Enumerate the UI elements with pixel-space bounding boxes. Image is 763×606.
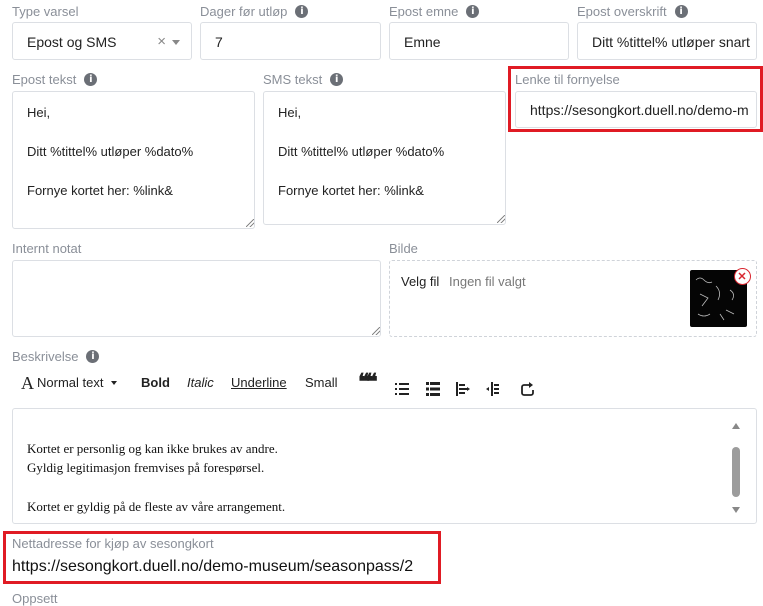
heading-input[interactable]: Ditt %tittel% utløper snart — [577, 22, 757, 60]
chevron-down-icon[interactable] — [172, 40, 180, 45]
editor-line: Kortet er gyldig på de fleste av våre ar… — [27, 499, 286, 514]
setup-label: Oppsett — [12, 591, 58, 606]
bulleted-list-icon[interactable] — [395, 376, 409, 402]
subject-label: Epost emne i — [389, 4, 480, 19]
type-select-value: Epost og SMS — [27, 34, 117, 50]
internal-note-textarea[interactable] — [12, 260, 381, 337]
highlight-box — [3, 531, 441, 584]
numbered-list-icon[interactable] — [426, 376, 440, 402]
underline-button[interactable]: Underline — [231, 370, 287, 396]
resize-grip-icon[interactable] — [497, 215, 505, 223]
italic-button[interactable]: Italic — [187, 370, 214, 396]
info-icon[interactable]: i — [330, 73, 344, 86]
info-icon[interactable]: i — [674, 5, 688, 18]
info-icon[interactable]: i — [86, 350, 100, 363]
chevron-down-icon[interactable] — [111, 381, 117, 385]
days-label: Dager før utløp i — [200, 4, 309, 19]
highlight-box — [508, 66, 763, 132]
type-select[interactable]: Epost og SMS × — [12, 22, 192, 60]
clear-icon[interactable]: × — [157, 33, 166, 50]
email-text-label: Epost tekst i — [12, 72, 98, 87]
file-status: Ingen fil valgt — [449, 274, 526, 289]
info-icon[interactable]: i — [295, 5, 309, 18]
days-input[interactable]: 7 — [200, 22, 381, 60]
scroll-up-icon[interactable] — [732, 423, 740, 429]
image-label: Bilde — [389, 241, 418, 256]
description-label: Beskrivelse i — [12, 349, 100, 364]
scroll-thumb[interactable] — [732, 447, 740, 497]
sms-text-textarea[interactable]: Hei, Ditt %tittel% utløper %dato% Fornye… — [263, 91, 506, 225]
font-icon: A — [21, 373, 34, 393]
resize-grip-icon[interactable] — [246, 219, 254, 227]
indent-icon[interactable] — [485, 376, 499, 402]
type-label: Type varsel — [12, 4, 79, 19]
choose-file-button[interactable]: Velg fil — [401, 274, 439, 289]
description-editor[interactable]: Kortet er personlig og kan ikke brukes a… — [12, 408, 757, 524]
image-upload-area[interactable]: Velg fil Ingen fil valgt — [389, 260, 757, 337]
remove-image-icon[interactable] — [734, 268, 751, 285]
heading-label: Epost overskrift i — [577, 4, 688, 19]
redo-icon[interactable] — [521, 376, 535, 402]
sms-text-label: SMS tekst i — [263, 72, 344, 87]
text-style-select[interactable]: Normal text — [37, 370, 103, 396]
bold-button[interactable]: Bold — [141, 370, 170, 396]
email-text-textarea[interactable]: Hei, Ditt %tittel% utløper %dato% Fornye… — [12, 91, 255, 229]
subject-input[interactable]: Emne — [389, 22, 569, 60]
small-button[interactable]: Small — [305, 370, 338, 396]
heading-input-value: Ditt %tittel% utløper snart — [592, 34, 750, 50]
resize-grip-icon[interactable] — [372, 327, 380, 335]
editor-line: Gyldig legitimasjon fremvises på forespø… — [27, 460, 265, 475]
editor-scrollbar[interactable] — [730, 421, 742, 513]
info-icon[interactable]: i — [84, 73, 98, 86]
quote-button[interactable]: ❝❝ — [358, 369, 378, 395]
editor-line: Kortet er personlig og kan ikke brukes a… — [27, 441, 278, 456]
days-input-value: 7 — [215, 34, 223, 50]
subject-input-value: Emne — [404, 34, 441, 50]
outdent-icon[interactable] — [456, 376, 470, 402]
scroll-down-icon[interactable] — [732, 507, 740, 513]
info-icon[interactable]: i — [466, 5, 480, 18]
internal-note-label: Internt notat — [12, 241, 82, 256]
